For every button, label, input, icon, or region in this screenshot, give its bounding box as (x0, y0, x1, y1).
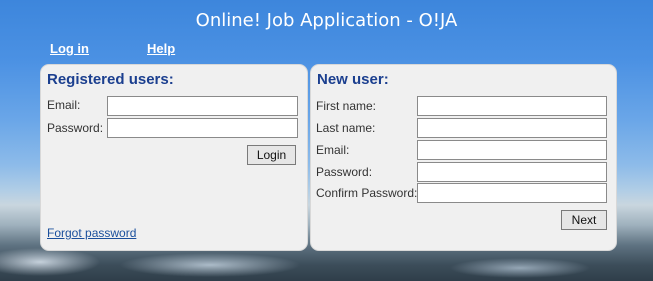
last-name-input[interactable] (417, 118, 607, 138)
first-name-label: First name: (316, 99, 377, 113)
login-email-label: Email: (47, 98, 81, 112)
confirm-password-label: Confirm Password: (316, 186, 418, 200)
new-password-input[interactable] (417, 162, 607, 182)
registered-users-heading: Registered users: (47, 71, 174, 88)
new-email-input[interactable] (417, 140, 607, 160)
confirm-password-input[interactable] (417, 183, 607, 203)
help-nav-link[interactable]: Help (147, 41, 175, 56)
last-name-label: Last name: (316, 121, 376, 135)
page-title: Online! Job Application - O!JA (195, 10, 458, 31)
next-button[interactable]: Next (561, 210, 607, 230)
login-password-input[interactable] (107, 118, 298, 138)
registered-users-panel: Registered users: Email: Password: Login… (40, 64, 308, 251)
forgot-password-link[interactable]: Forgot password (47, 226, 136, 240)
login-button[interactable]: Login (247, 145, 296, 165)
new-password-label: Password: (316, 165, 373, 179)
new-user-panel: New user: First name: Last name: Email: … (310, 64, 617, 251)
login-password-label: Password: (47, 121, 104, 135)
first-name-input[interactable] (417, 96, 607, 116)
login-email-input[interactable] (107, 96, 298, 116)
login-nav-link[interactable]: Log in (50, 41, 89, 56)
new-user-heading: New user: (317, 71, 389, 88)
new-email-label: Email: (316, 143, 350, 157)
